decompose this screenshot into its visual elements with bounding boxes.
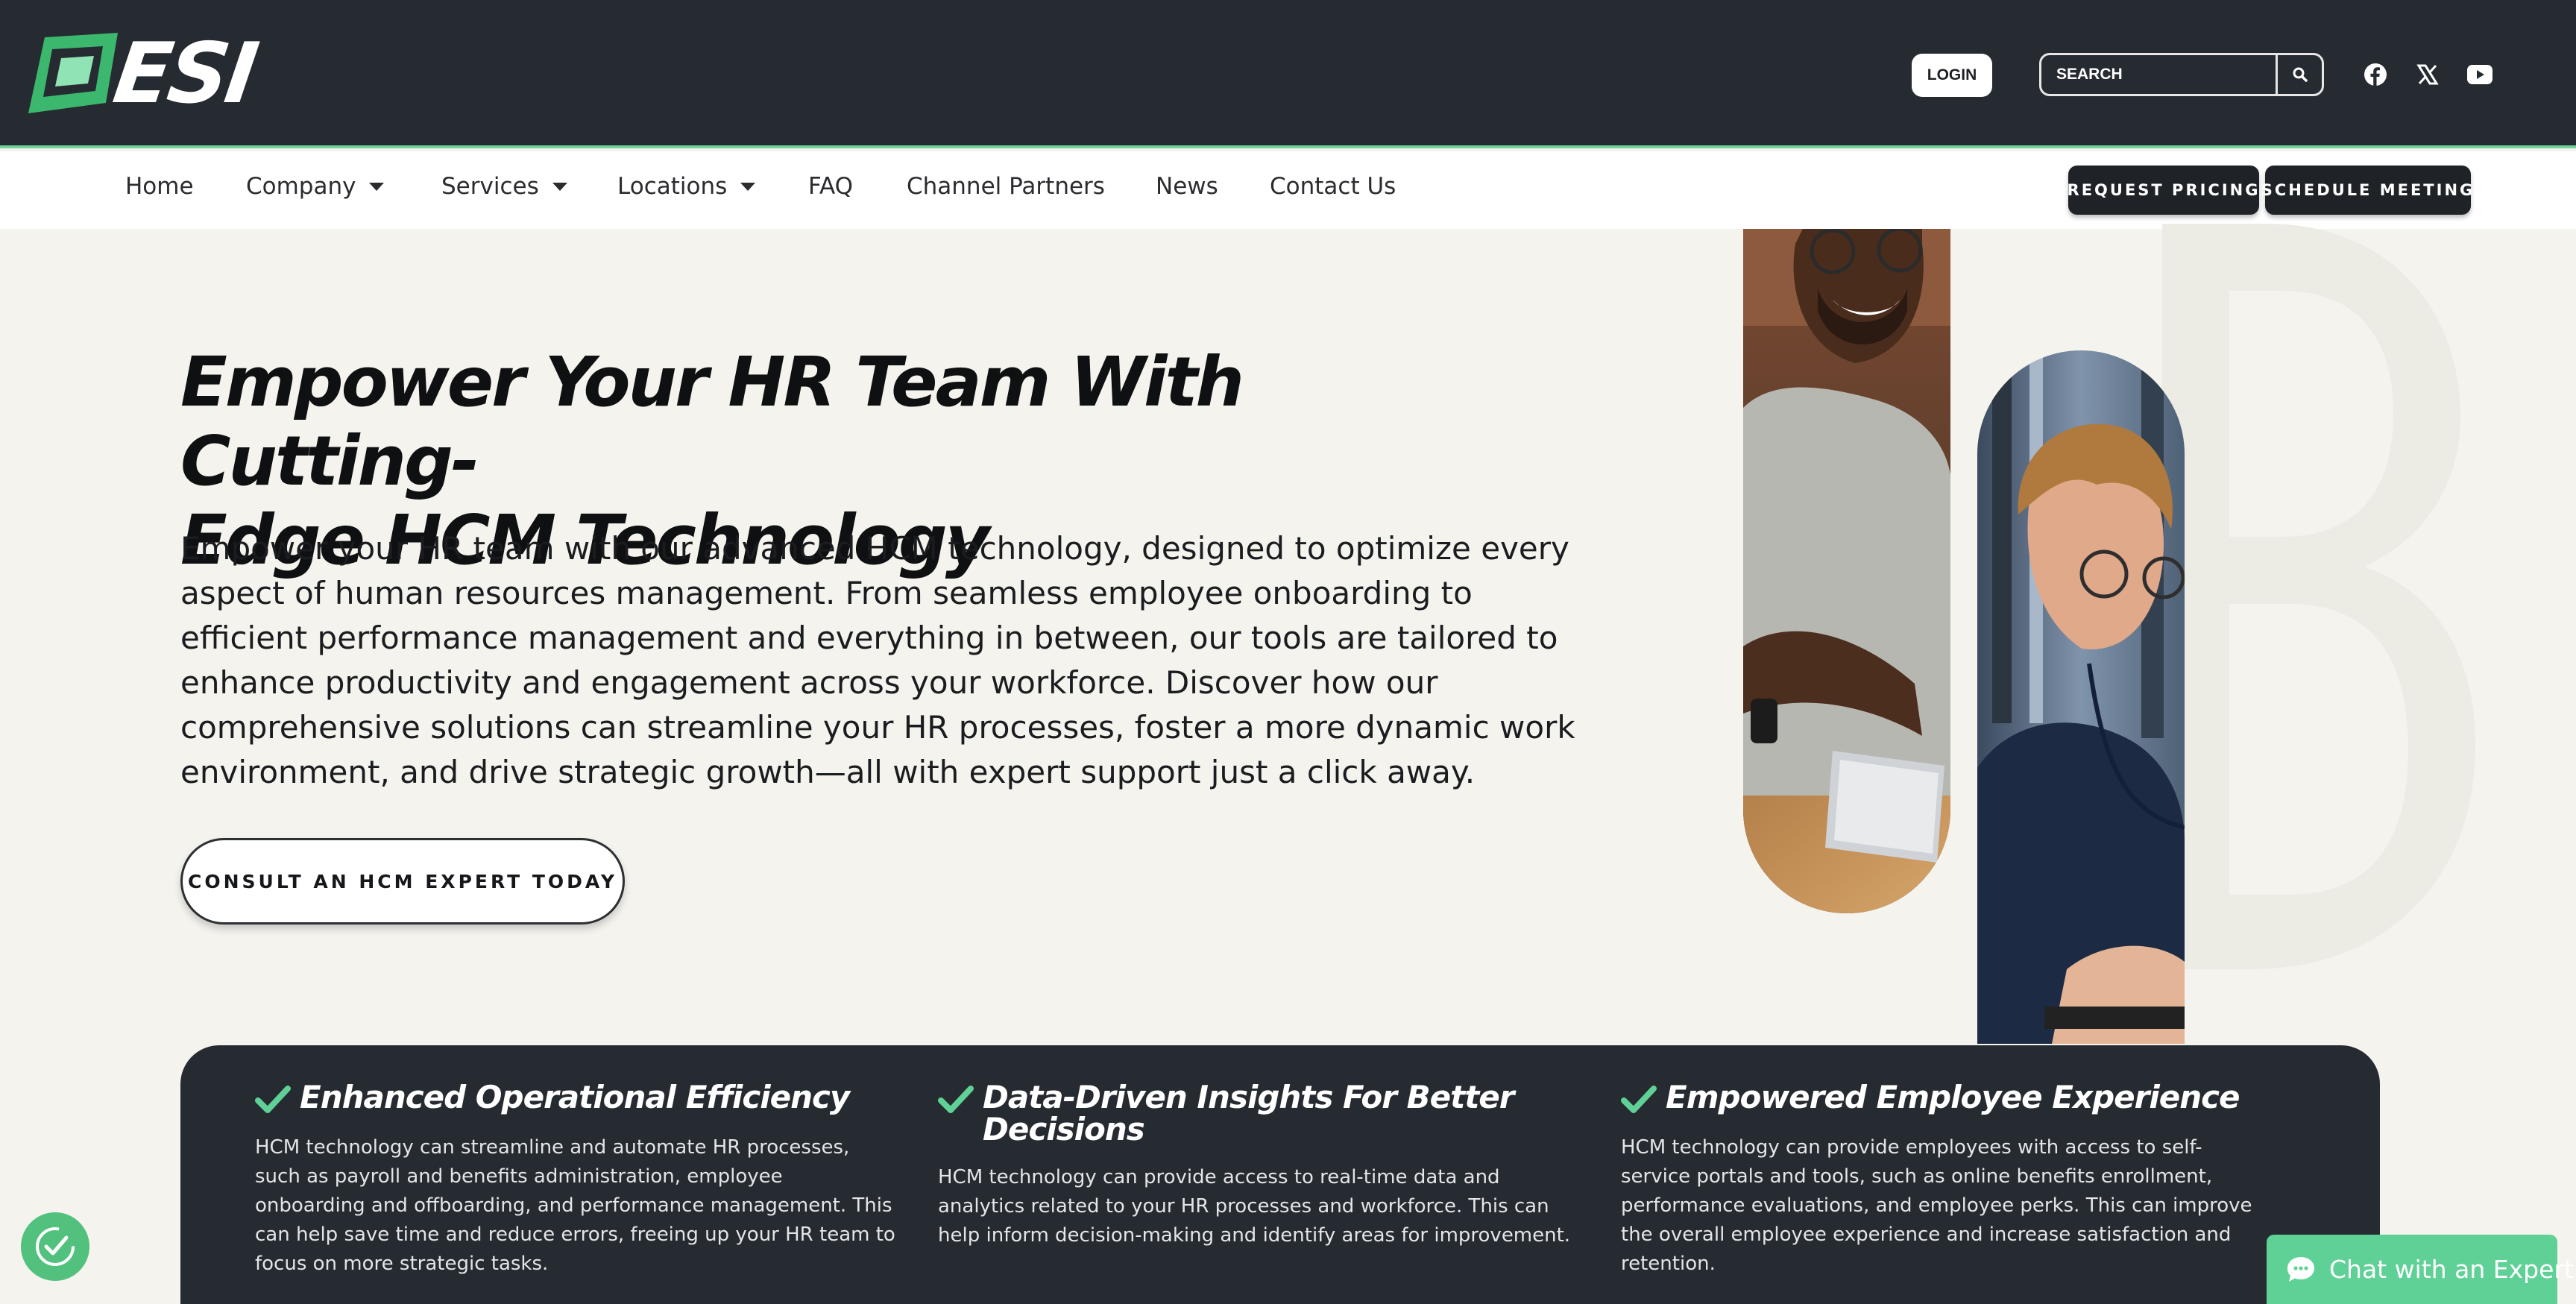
nav-item-label: Services [441,173,539,200]
feature-enhanced-efficiency: Enhanced Operational Efficiency HCM tech… [255,1081,896,1279]
feature-text: HCM technology can streamline and automa… [255,1136,895,1275]
search-input[interactable] [2041,55,2276,94]
search-icon [2293,67,2308,82]
hero-title-line-1: Empower Your HR Team With Cutting- [180,342,1244,501]
nav-item-label: News [1156,173,1218,200]
check-icon [1621,1086,1657,1113]
nav-item-news[interactable]: News [1156,168,1218,205]
chat-with-expert-button[interactable]: Chat with an Expert [2267,1235,2574,1304]
x-twitter-icon[interactable] [2413,60,2443,89]
check-icon [255,1086,291,1113]
nav-item-contact-us[interactable]: Contact Us [1270,168,1396,205]
feature-title: Enhanced Operational Efficiency [300,1079,850,1115]
nav-item-label: Locations [617,173,728,200]
request-pricing-button[interactable]: REQUEST PRICING [2068,166,2259,215]
hero-description: Empower your HR team with our advanced H… [180,530,1575,790]
nav-item-label: FAQ [808,173,854,200]
nav-item-faq[interactable]: FAQ [808,168,853,205]
feature-text: HCM technology can provide access to rea… [938,1166,1571,1247]
feature-panel: Enhanced Operational Efficiency HCM tech… [180,1045,2380,1304]
feature-data-insights: Data-Driven Insights For Better Decision… [938,1081,1579,1250]
login-button[interactable]: LOGIN [1912,54,1992,97]
nav-item-company[interactable]: Company [246,168,385,205]
nav-item-label: Channel Partners [907,173,1105,200]
consult-expert-button[interactable]: CONSULT AN HCM EXPERT TODAY [180,838,625,925]
nav-item-services[interactable]: Services [441,168,567,205]
feature-title: Data-Driven Insights For Better Decision… [983,1079,1514,1147]
caret-down-icon [740,182,756,191]
chat-bubble-icon [2287,1256,2314,1282]
hero-photo-man-with-glasses [1977,350,2185,1044]
logo-text: ESI [107,25,261,122]
esi-logo-mark [28,33,118,113]
nav-item-home[interactable]: Home [125,168,194,205]
esi-logo[interactable]: ESI [22,25,261,122]
nav-item-label: Contact Us [1270,173,1396,200]
hero-photo-smiling-man [1743,229,1950,913]
nav-item-channel-partners[interactable]: Channel Partners [907,168,1105,205]
caret-down-icon [552,182,567,191]
site-header: ESI LOGIN [0,0,2576,148]
cookie-consent-button[interactable] [21,1212,89,1281]
nav-item-label: Home [125,173,194,200]
nav-item-locations[interactable]: Locations [617,168,756,205]
search-button[interactable] [2276,55,2322,94]
feature-text: HCM technology can provide employees wit… [1621,1136,2252,1275]
chat-label: Chat with an Expert [2329,1255,2574,1284]
cookie-badge-icon [36,1227,75,1266]
feature-employee-experience: Empowered Employee Experience HCM techno… [1621,1081,2262,1279]
youtube-icon[interactable] [2465,60,2495,89]
feature-title: Empowered Employee Experience [1666,1079,2240,1115]
facebook-icon[interactable] [2361,60,2390,89]
nav-item-label: Company [246,173,356,200]
caret-down-icon [369,182,385,191]
schedule-meeting-button[interactable]: SCHEDULE MEETING [2261,166,2472,215]
check-icon [938,1086,974,1113]
search-box [2039,53,2324,96]
